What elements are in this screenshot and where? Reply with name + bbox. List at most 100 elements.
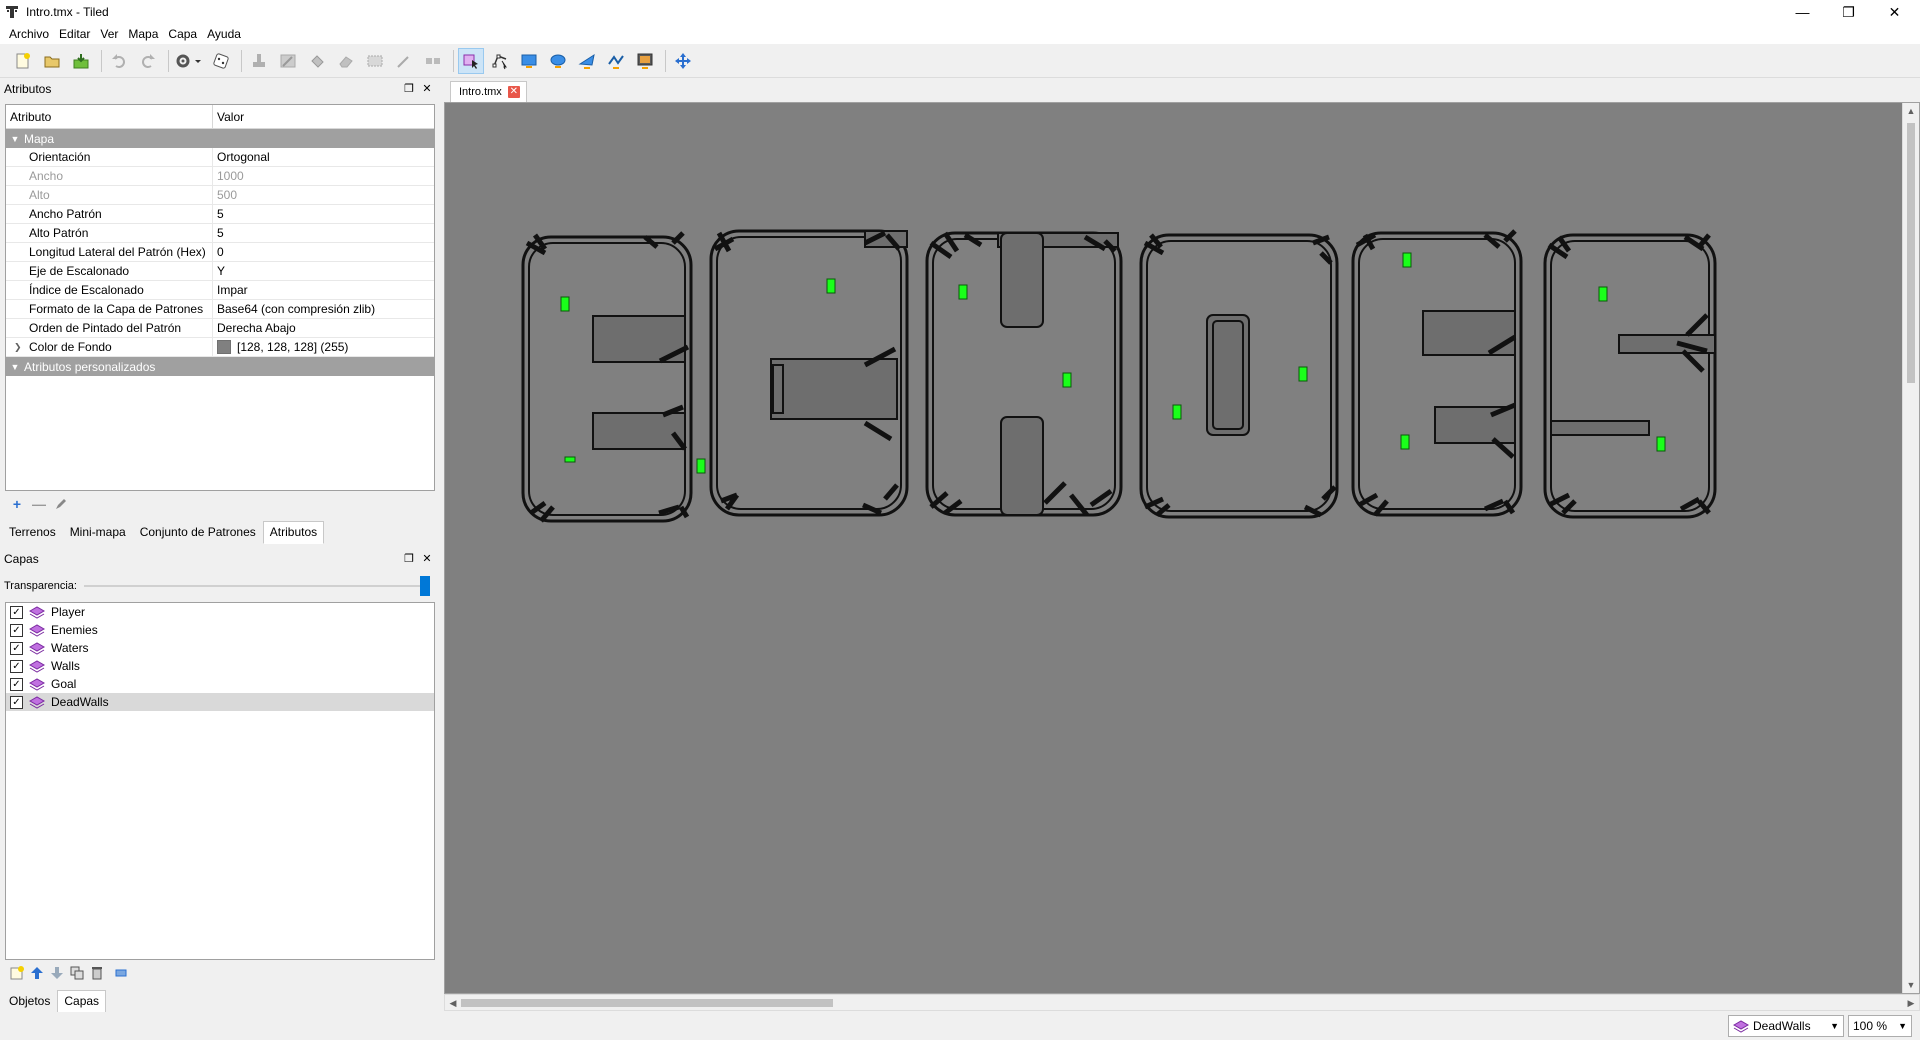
vertical-scrollbar[interactable]: ▲ ▼ (1902, 103, 1919, 993)
menu-capa[interactable]: Capa (163, 27, 202, 41)
property-row[interactable]: Ancho 1000 (6, 167, 434, 186)
new-layer-icon[interactable] (10, 966, 24, 980)
magic-wand-icon[interactable] (391, 48, 417, 74)
group-custom-properties[interactable]: ▼ Atributos personalizados (6, 357, 434, 376)
float-dock-icon[interactable]: ❐ (402, 81, 416, 95)
bucket-fill-icon[interactable] (304, 48, 330, 74)
tab-conjunto-de-patrones[interactable]: Conjunto de Patrones (133, 521, 263, 544)
layer-visibility-checkbox[interactable]: ✓ (10, 677, 23, 691)
rect-select-icon[interactable] (362, 48, 388, 74)
random-mode-icon[interactable] (208, 48, 234, 74)
document-tab[interactable]: Intro.tmx ✕ (450, 81, 527, 102)
close-icon[interactable]: ✕ (1872, 0, 1917, 24)
property-value[interactable]: 5 (217, 226, 224, 240)
zoom-combo[interactable]: 100 % ▼ (1848, 1015, 1912, 1037)
new-map-icon[interactable] (10, 48, 36, 74)
letter-e-wall[interactable] (521, 231, 693, 523)
property-value[interactable]: 1000 (217, 169, 244, 183)
lower-layer-icon[interactable] (50, 966, 64, 980)
float-dock-icon[interactable]: ❐ (402, 551, 416, 565)
property-row[interactable]: Eje de Escalonado Y (6, 262, 434, 281)
insert-polyline-icon[interactable] (603, 48, 629, 74)
layer-visibility-checkbox[interactable]: ✓ (10, 623, 23, 637)
insert-rectangle-icon[interactable] (516, 48, 542, 74)
scroll-down-icon[interactable]: ▼ (1903, 977, 1919, 993)
layer-row-walls[interactable]: ✓ Walls (6, 657, 434, 675)
letter-3-wall[interactable] (1543, 233, 1717, 519)
move-icon[interactable] (670, 48, 696, 74)
commands-icon[interactable] (173, 48, 205, 74)
remove-property-icon[interactable]: — (32, 496, 46, 512)
tab-objetos[interactable]: Objetos (2, 990, 57, 1013)
collapse-icon[interactable]: ▼ (6, 362, 24, 372)
scroll-left-icon[interactable]: ◀ (445, 995, 461, 1011)
property-row[interactable]: Alto Patrón 5 (6, 224, 434, 243)
layer-visibility-checkbox[interactable]: ✓ (10, 605, 23, 619)
duplicate-layer-icon[interactable] (70, 966, 84, 980)
layer-visibility-checkbox[interactable]: ✓ (10, 641, 23, 655)
map-view[interactable] (445, 103, 1903, 993)
undo-icon[interactable] (106, 48, 132, 74)
redo-icon[interactable] (135, 48, 161, 74)
tab-capas[interactable]: Capas (57, 990, 107, 1013)
tab-mini-mapa[interactable]: Mini-mapa (63, 521, 133, 544)
terrain-brush-icon[interactable] (275, 48, 301, 74)
layer-combo[interactable]: DeadWalls ▼ (1728, 1015, 1844, 1037)
layer-row-enemies[interactable]: ✓ Enemies (6, 621, 434, 639)
menu-archivo[interactable]: Archivo (4, 27, 54, 41)
edit-polygons-icon[interactable] (487, 48, 513, 74)
minimize-icon[interactable]: — (1780, 0, 1825, 24)
property-row[interactable]: Longitud Lateral del Patrón (Hex) 0 (6, 243, 434, 262)
property-row[interactable]: Índice de Escalonado Impar (6, 281, 434, 300)
close-tab-icon[interactable]: ✕ (507, 86, 520, 98)
opacity-slider-handle[interactable] (420, 576, 430, 596)
scroll-up-icon[interactable]: ▲ (1903, 103, 1919, 119)
tab-atributos[interactable]: Atributos (262, 521, 325, 544)
restore-icon[interactable]: ❐ (1826, 0, 1871, 24)
layer-row-deadwalls[interactable]: ✓ DeadWalls (6, 693, 434, 711)
insert-ellipse-icon[interactable] (545, 48, 571, 74)
tab-terrenos[interactable]: Terrenos (2, 521, 63, 544)
select-objects-icon[interactable] (458, 47, 484, 74)
property-value[interactable]: Base64 (con compresión zlib) (217, 302, 375, 316)
property-row[interactable]: Orientación Ortogonal (6, 148, 434, 167)
open-icon[interactable] (39, 48, 65, 74)
raise-layer-icon[interactable] (30, 966, 44, 980)
property-row[interactable]: Orden de Pintado del Patrón Derecha Abajo (6, 319, 434, 338)
property-value[interactable]: Impar (217, 283, 248, 297)
close-dock-icon[interactable]: ✕ (420, 81, 434, 95)
menu-mapa[interactable]: Mapa (123, 27, 163, 41)
layer-visibility-checkbox[interactable]: ✓ (10, 659, 23, 673)
layer-visibility-checkbox[interactable]: ✓ (10, 695, 23, 709)
column-attribute[interactable]: Atributo (6, 105, 213, 128)
group-map[interactable]: ▼ Mapa (6, 129, 434, 148)
insert-polygon-icon[interactable] (574, 48, 600, 74)
menu-ver[interactable]: Ver (95, 27, 123, 41)
property-row[interactable]: Formato de la Capa de Patrones Base64 (co… (6, 300, 434, 319)
close-dock-icon[interactable]: ✕ (420, 551, 434, 565)
property-value[interactable]: Derecha Abajo (217, 321, 296, 335)
map-canvas[interactable]: ▲ ▼ (444, 102, 1920, 994)
delete-layer-icon[interactable] (90, 966, 104, 980)
property-row[interactable]: Alto 500 (6, 186, 434, 205)
property-value[interactable]: Y (217, 264, 225, 278)
column-value[interactable]: Valor (213, 105, 244, 128)
layer-row-goal[interactable]: ✓ Goal (6, 675, 434, 693)
property-row-background-color[interactable]: ❯ Color de Fondo [128, 128, 128] (255) (6, 338, 434, 357)
property-value[interactable]: 0 (217, 245, 224, 259)
eraser-icon[interactable] (333, 48, 359, 74)
horizontal-scroll-thumb[interactable] (461, 999, 833, 1007)
menu-editar[interactable]: Editar (54, 27, 95, 41)
letter-o-wall[interactable] (1139, 233, 1339, 519)
menu-ayuda[interactable]: Ayuda (202, 27, 246, 41)
scroll-right-icon[interactable]: ▶ (1903, 995, 1919, 1011)
collapse-icon[interactable]: ▼ (6, 134, 24, 144)
letter-e2-wall[interactable] (1351, 229, 1523, 517)
save-icon[interactable] (68, 48, 94, 74)
select-same-tile-icon[interactable] (420, 48, 446, 74)
layer-row-player[interactable]: ✓ Player (6, 603, 434, 621)
opacity-slider[interactable] (84, 576, 430, 596)
add-property-icon[interactable]: + (10, 496, 24, 512)
stamp-brush-icon[interactable] (246, 48, 272, 74)
letter-h-wall[interactable] (925, 231, 1123, 517)
